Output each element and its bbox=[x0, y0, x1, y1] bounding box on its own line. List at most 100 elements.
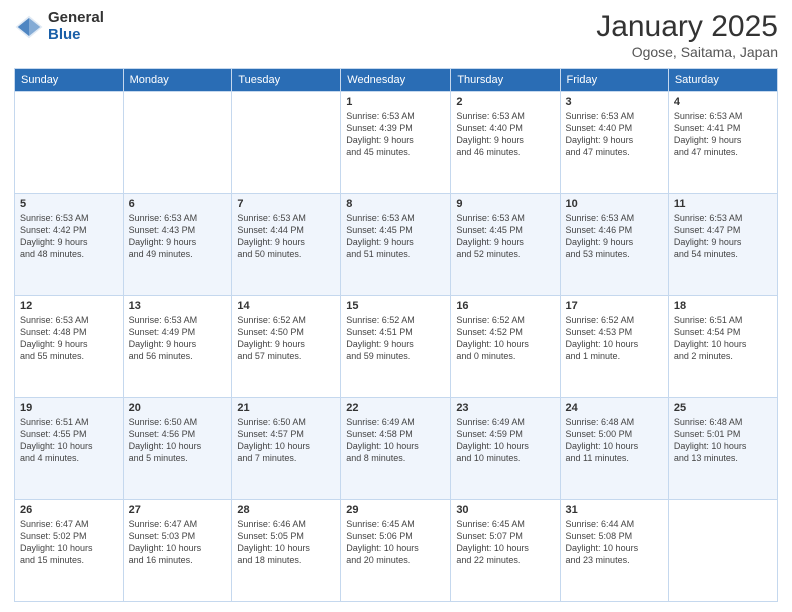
day-info: Sunrise: 6:48 AM Sunset: 5:00 PM Dayligh… bbox=[566, 416, 663, 465]
day-number: 10 bbox=[566, 198, 663, 210]
day-info: Sunrise: 6:53 AM Sunset: 4:45 PM Dayligh… bbox=[346, 212, 445, 261]
day-number: 11 bbox=[674, 198, 772, 210]
day-info: Sunrise: 6:53 AM Sunset: 4:40 PM Dayligh… bbox=[456, 110, 554, 159]
day-number: 17 bbox=[566, 300, 663, 312]
day-info: Sunrise: 6:51 AM Sunset: 4:55 PM Dayligh… bbox=[20, 416, 118, 465]
day-number: 7 bbox=[237, 198, 335, 210]
day-number: 31 bbox=[566, 504, 663, 516]
day-info: Sunrise: 6:47 AM Sunset: 5:03 PM Dayligh… bbox=[129, 518, 227, 567]
day-number: 27 bbox=[129, 504, 227, 516]
day-number: 28 bbox=[237, 504, 335, 516]
calendar-cell: 30Sunrise: 6:45 AM Sunset: 5:07 PM Dayli… bbox=[451, 500, 560, 602]
day-info: Sunrise: 6:52 AM Sunset: 4:50 PM Dayligh… bbox=[237, 314, 335, 363]
logo-general: General bbox=[48, 10, 104, 27]
weekday-header: Monday bbox=[123, 69, 232, 92]
day-number: 16 bbox=[456, 300, 554, 312]
weekday-header: Thursday bbox=[451, 69, 560, 92]
calendar-cell: 26 Sunrise: 6:47 AM Sunset: 5:02 PM Dayli… bbox=[15, 500, 124, 602]
day-info: Sunrise: 6:53 AM Sunset: 4:40 PM Dayligh… bbox=[566, 110, 663, 159]
calendar-cell: 4 Sunrise: 6:53 AM Sunset: 4:41 PM Daylig… bbox=[668, 92, 777, 194]
calendar-cell: 9 Sunrise: 6:53 AM Sunset: 4:45 PM Daylig… bbox=[451, 194, 560, 296]
weekday-header: Saturday bbox=[668, 69, 777, 92]
day-info: Sunrise: 6:45 AM Sunset: 5:07 PM Dayligh… bbox=[456, 518, 554, 567]
logo: General Blue bbox=[14, 10, 104, 43]
day-info: Sunrise: 6:49 AM Sunset: 4:59 PM Dayligh… bbox=[456, 416, 554, 465]
day-info: Sunrise: 6:53 AM Sunset: 4:45 PM Dayligh… bbox=[456, 212, 554, 261]
day-number: 6 bbox=[129, 198, 227, 210]
title-area: January 2025 Ogose, Saitama, Japan bbox=[596, 10, 778, 60]
day-number: 5 bbox=[20, 198, 118, 210]
day-info: Sunrise: 6:53 AM Sunset: 4:41 PM Dayligh… bbox=[674, 110, 772, 159]
day-info: Sunrise: 6:53 AM Sunset: 4:46 PM Dayligh… bbox=[566, 212, 663, 261]
day-info: Sunrise: 6:53 AM Sunset: 4:48 PM Dayligh… bbox=[20, 314, 118, 363]
day-number: 8 bbox=[346, 198, 445, 210]
day-number: 29 bbox=[346, 504, 445, 516]
day-number: 26 bbox=[20, 504, 118, 516]
day-info: Sunrise: 6:53 AM Sunset: 4:47 PM Dayligh… bbox=[674, 212, 772, 261]
calendar-cell: 15 Sunrise: 6:52 AM Sunset: 4:51 PM Dayli… bbox=[341, 296, 451, 398]
day-number: 21 bbox=[237, 402, 335, 414]
logo-blue: Blue bbox=[48, 27, 104, 44]
calendar-cell bbox=[123, 92, 232, 194]
calendar-cell: 21 Sunrise: 6:50 AM Sunset: 4:57 PM Dayli… bbox=[232, 398, 341, 500]
day-info: Sunrise: 6:44 AM Sunset: 5:08 PM Dayligh… bbox=[566, 518, 663, 567]
calendar-cell: 12 Sunrise: 6:53 AM Sunset: 4:48 PM Dayli… bbox=[15, 296, 124, 398]
day-number: 19 bbox=[20, 402, 118, 414]
header: General Blue January 2025 Ogose, Saitama… bbox=[14, 10, 778, 60]
calendar-cell: 16Sunrise: 6:52 AM Sunset: 4:52 PM Dayli… bbox=[451, 296, 560, 398]
calendar-cell: 14 Sunrise: 6:52 AM Sunset: 4:50 PM Dayli… bbox=[232, 296, 341, 398]
calendar-cell: 31 Sunrise: 6:44 AM Sunset: 5:08 PM Dayli… bbox=[560, 500, 668, 602]
day-number: 15 bbox=[346, 300, 445, 312]
calendar-cell: 19 Sunrise: 6:51 AM Sunset: 4:55 PM Dayli… bbox=[15, 398, 124, 500]
calendar-week-row: 12 Sunrise: 6:53 AM Sunset: 4:48 PM Dayli… bbox=[15, 296, 778, 398]
calendar-cell: 8 Sunrise: 6:53 AM Sunset: 4:45 PM Daylig… bbox=[341, 194, 451, 296]
day-number: 4 bbox=[674, 96, 772, 108]
calendar-cell: 1Sunrise: 6:53 AM Sunset: 4:39 PM Daylig… bbox=[341, 92, 451, 194]
day-info: Sunrise: 6:53 AM Sunset: 4:42 PM Dayligh… bbox=[20, 212, 118, 261]
calendar-cell: 17Sunrise: 6:52 AM Sunset: 4:53 PM Dayli… bbox=[560, 296, 668, 398]
day-info: Sunrise: 6:47 AM Sunset: 5:02 PM Dayligh… bbox=[20, 518, 118, 567]
day-info: Sunrise: 6:53 AM Sunset: 4:43 PM Dayligh… bbox=[129, 212, 227, 261]
day-info: Sunrise: 6:46 AM Sunset: 5:05 PM Dayligh… bbox=[237, 518, 335, 567]
calendar-cell: 20 Sunrise: 6:50 AM Sunset: 4:56 PM Dayli… bbox=[123, 398, 232, 500]
day-number: 2 bbox=[456, 96, 554, 108]
day-info: Sunrise: 6:52 AM Sunset: 4:51 PM Dayligh… bbox=[346, 314, 445, 363]
calendar-week-row: 1Sunrise: 6:53 AM Sunset: 4:39 PM Daylig… bbox=[15, 92, 778, 194]
day-number: 14 bbox=[237, 300, 335, 312]
weekday-header: Friday bbox=[560, 69, 668, 92]
calendar-cell: 5 Sunrise: 6:53 AM Sunset: 4:42 PM Daylig… bbox=[15, 194, 124, 296]
weekday-header: Wednesday bbox=[341, 69, 451, 92]
weekday-header-row: SundayMondayTuesdayWednesdayThursdayFrid… bbox=[15, 69, 778, 92]
calendar-cell: 27 Sunrise: 6:47 AM Sunset: 5:03 PM Dayli… bbox=[123, 500, 232, 602]
month-title: January 2025 bbox=[596, 10, 778, 44]
day-number: 3 bbox=[566, 96, 663, 108]
calendar: SundayMondayTuesdayWednesdayThursdayFrid… bbox=[14, 68, 778, 602]
day-number: 1 bbox=[346, 96, 445, 108]
calendar-cell bbox=[668, 500, 777, 602]
day-info: Sunrise: 6:49 AM Sunset: 4:58 PM Dayligh… bbox=[346, 416, 445, 465]
day-info: Sunrise: 6:51 AM Sunset: 4:54 PM Dayligh… bbox=[674, 314, 772, 363]
day-number: 24 bbox=[566, 402, 663, 414]
calendar-week-row: 5 Sunrise: 6:53 AM Sunset: 4:42 PM Daylig… bbox=[15, 194, 778, 296]
day-number: 20 bbox=[129, 402, 227, 414]
logo-icon bbox=[14, 12, 44, 42]
day-info: Sunrise: 6:45 AM Sunset: 5:06 PM Dayligh… bbox=[346, 518, 445, 567]
calendar-week-row: 26 Sunrise: 6:47 AM Sunset: 5:02 PM Dayli… bbox=[15, 500, 778, 602]
calendar-cell: 13Sunrise: 6:53 AM Sunset: 4:49 PM Dayli… bbox=[123, 296, 232, 398]
day-number: 9 bbox=[456, 198, 554, 210]
calendar-cell: 22 Sunrise: 6:49 AM Sunset: 4:58 PM Dayli… bbox=[341, 398, 451, 500]
calendar-cell: 3 Sunrise: 6:53 AM Sunset: 4:40 PM Daylig… bbox=[560, 92, 668, 194]
calendar-cell: 10 Sunrise: 6:53 AM Sunset: 4:46 PM Dayli… bbox=[560, 194, 668, 296]
day-number: 23 bbox=[456, 402, 554, 414]
day-number: 22 bbox=[346, 402, 445, 414]
page: General Blue January 2025 Ogose, Saitama… bbox=[0, 0, 792, 612]
day-info: Sunrise: 6:50 AM Sunset: 4:57 PM Dayligh… bbox=[237, 416, 335, 465]
calendar-cell: 11 Sunrise: 6:53 AM Sunset: 4:47 PM Dayli… bbox=[668, 194, 777, 296]
calendar-week-row: 19 Sunrise: 6:51 AM Sunset: 4:55 PM Dayli… bbox=[15, 398, 778, 500]
day-info: Sunrise: 6:50 AM Sunset: 4:56 PM Dayligh… bbox=[129, 416, 227, 465]
calendar-cell: 23 Sunrise: 6:49 AM Sunset: 4:59 PM Dayli… bbox=[451, 398, 560, 500]
calendar-cell bbox=[232, 92, 341, 194]
day-number: 12 bbox=[20, 300, 118, 312]
calendar-cell: 6 Sunrise: 6:53 AM Sunset: 4:43 PM Daylig… bbox=[123, 194, 232, 296]
location-subtitle: Ogose, Saitama, Japan bbox=[596, 44, 778, 60]
